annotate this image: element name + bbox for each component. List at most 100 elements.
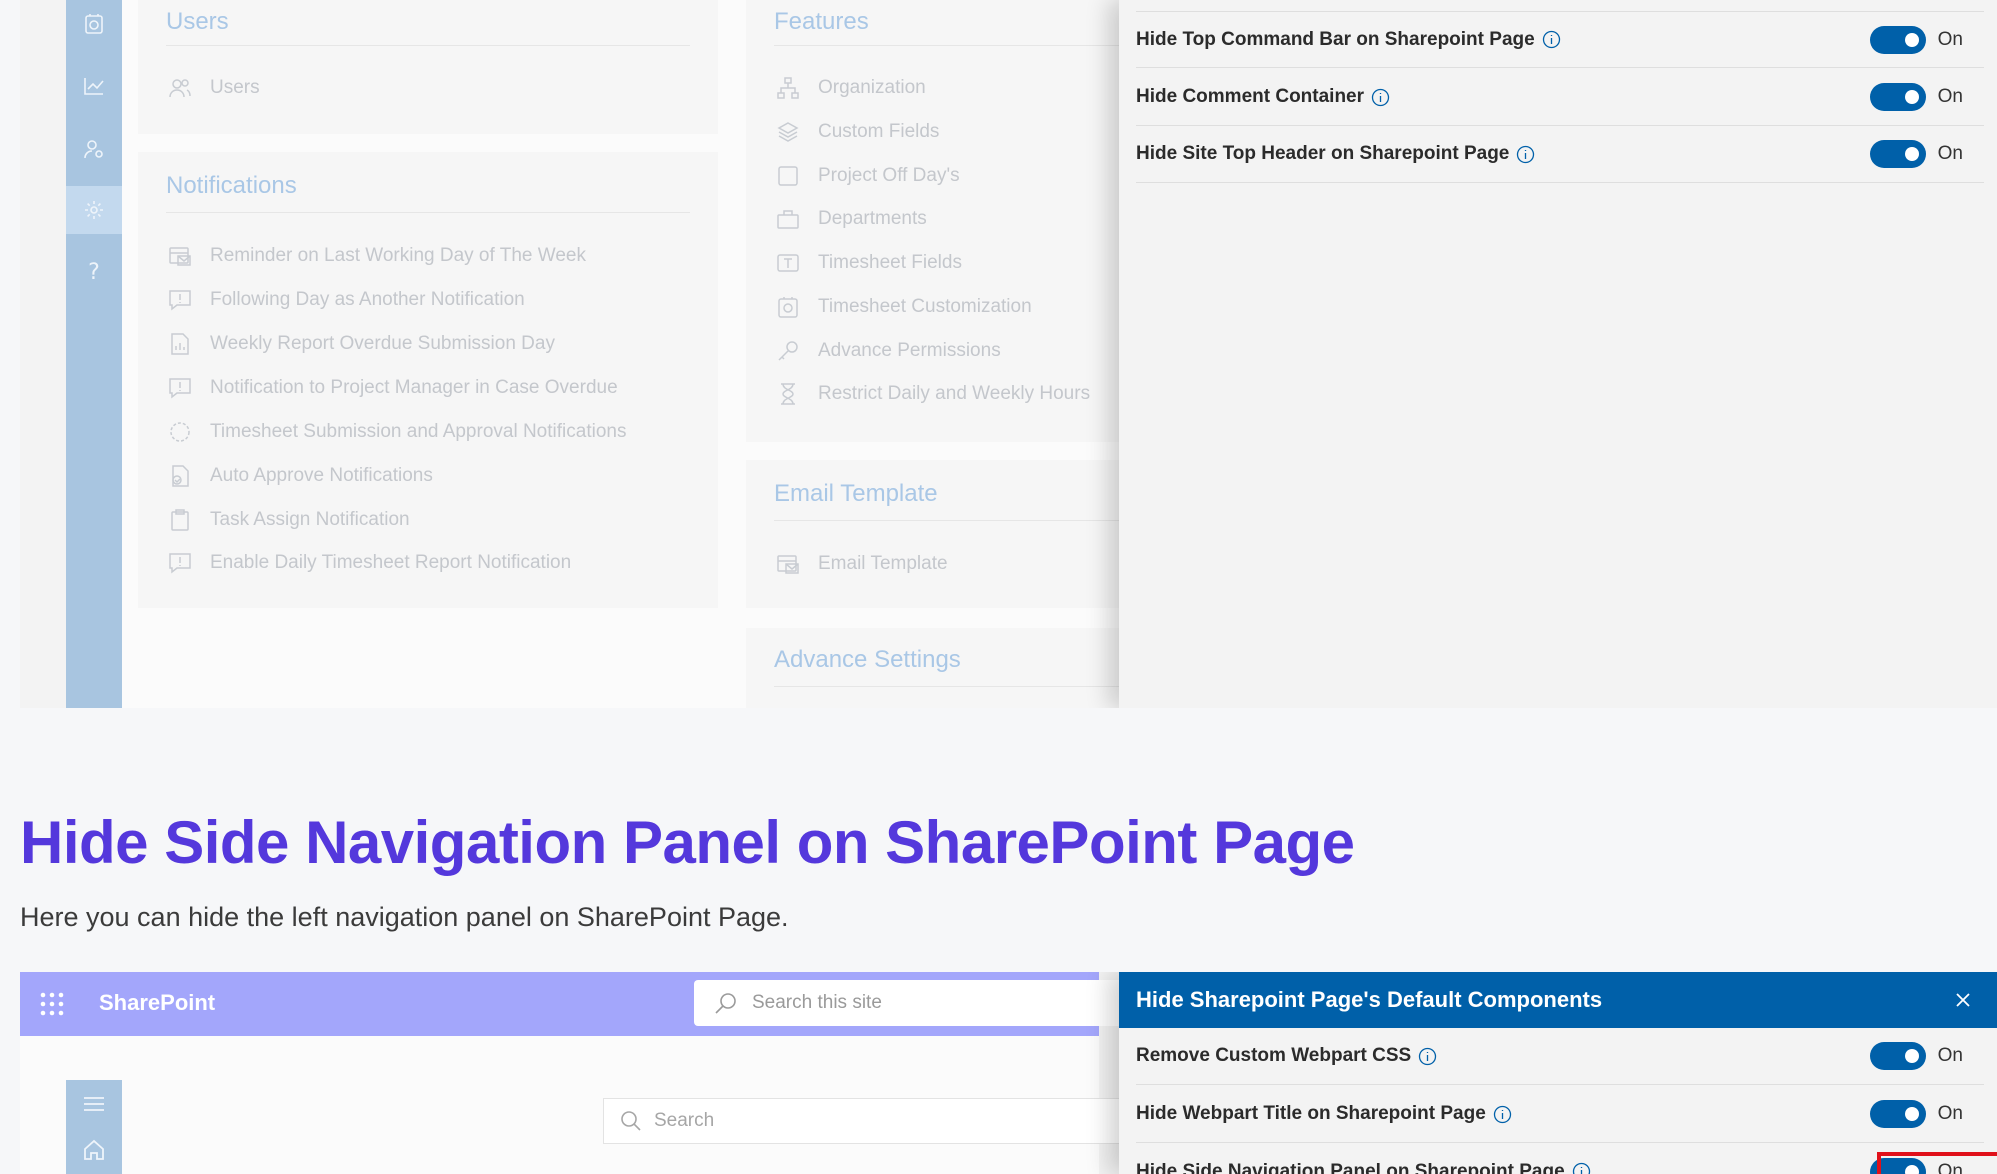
list-item[interactable]: Following Day as Another Notification (166, 286, 525, 314)
info-icon[interactable] (1493, 1105, 1512, 1124)
app-launcher-icon[interactable] (38, 990, 66, 1018)
list-item[interactable]: Email Template (774, 550, 948, 578)
toggle[interactable]: On (1869, 83, 1963, 111)
briefcase-icon (774, 205, 802, 233)
info-icon[interactable] (1371, 88, 1390, 107)
list-item[interactable]: Organization (774, 74, 926, 102)
item-label: Advance Permissions (818, 340, 1001, 361)
gear-icon[interactable] (66, 186, 122, 234)
text-field-icon (774, 249, 802, 277)
list-item[interactable]: Notification to Project Manager in Case … (166, 374, 618, 402)
clipboard-icon (166, 506, 194, 534)
highlight-box (1877, 1152, 1997, 1174)
info-icon[interactable] (1516, 145, 1535, 164)
list-item[interactable]: Reminder on Last Working Day of The Week (166, 242, 586, 270)
toggle-state: On (1937, 86, 1963, 107)
item-label: Enable Daily Timesheet Report Notificati… (210, 552, 572, 573)
setting-label: Hide Webpart Title on Sharepoint Page (1136, 1103, 1486, 1124)
section-heading: Hide Side Navigation Panel on SharePoint… (20, 809, 1355, 876)
key-icon (774, 337, 802, 365)
item-label: Notification to Project Manager in Case … (210, 377, 618, 398)
layers-icon (774, 118, 802, 146)
toggle-switch[interactable] (1869, 140, 1926, 168)
list-item[interactable]: Enable Daily Timesheet Report Notificati… (166, 549, 571, 577)
app-name[interactable]: SharePoint (99, 990, 215, 1016)
page-search-input[interactable]: Search (603, 1098, 1123, 1144)
card-title: Users (166, 8, 229, 35)
list-item[interactable]: Restrict Daily and Weekly Hours (774, 380, 1090, 408)
item-label: Task Assign Notification (210, 509, 410, 530)
list-item[interactable]: Timesheet Submission and Approval Notifi… (166, 418, 626, 446)
list-item[interactable]: Custom Fields (774, 118, 939, 146)
panel-title: Hide Sharepoint Page's Default Component… (1136, 987, 1603, 1012)
home-icon[interactable] (66, 1126, 122, 1174)
info-icon[interactable] (1418, 1047, 1437, 1066)
item-label: Weekly Report Overdue Submission Day (210, 333, 555, 354)
comment-alert-icon (166, 286, 194, 314)
comment-alert-icon (166, 549, 194, 577)
list-item[interactable]: Users (166, 74, 260, 102)
toggle[interactable]: On (1869, 25, 1963, 54)
timesheet-icon[interactable] (66, 0, 122, 48)
item-label: Custom Fields (818, 121, 940, 142)
list-item[interactable]: Timesheet Fields (774, 249, 962, 277)
list-item[interactable]: Weekly Report Overdue Submission Day (166, 330, 555, 358)
toggle-switch[interactable] (1869, 1042, 1926, 1070)
site-search-input[interactable]: Search this site (694, 980, 1134, 1026)
list-item[interactable]: Task Assign Notification (166, 506, 410, 534)
item-label: Timesheet Customization (818, 296, 1032, 317)
report-icon (166, 330, 194, 358)
document-check-icon (166, 462, 194, 490)
info-icon[interactable] (1572, 1162, 1591, 1174)
item-label: Project Off Day's (818, 165, 960, 186)
divider (774, 686, 1146, 687)
card-title: Features (774, 8, 869, 35)
info-icon[interactable] (1542, 30, 1561, 49)
left-rail: ? (66, 0, 122, 708)
setting-label: Hide Comment Container (1136, 86, 1365, 107)
toggle-switch[interactable] (1869, 25, 1926, 54)
mail-calendar-icon (774, 550, 802, 578)
toggle-state: On (1937, 1045, 1963, 1066)
toggle[interactable]: On (1869, 1100, 1963, 1128)
list-item[interactable]: Departments (774, 205, 927, 233)
toggle[interactable]: On (1869, 1042, 1963, 1070)
list-item[interactable]: Auto Approve Notifications (166, 462, 433, 490)
cycle-icon (166, 418, 194, 446)
setting-label: Hide Top Command Bar on Sharepoint Page (1136, 28, 1535, 50)
toggle-state: On (1937, 1103, 1963, 1124)
list-item[interactable]: Timesheet Customization (774, 293, 1032, 321)
toggle-switch[interactable] (1869, 83, 1926, 111)
item-label: Email Template (818, 553, 948, 574)
help-icon[interactable]: ? (66, 248, 122, 296)
sharepoint-screenshot: SharePoint Search this site Search Hide … (20, 972, 1997, 1174)
toggle-switch[interactable] (1869, 1100, 1926, 1128)
item-label: Restrict Daily and Weekly Hours (818, 383, 1091, 404)
list-item[interactable]: Project Off Day's (774, 162, 960, 190)
item-label: Departments (818, 208, 927, 229)
chart-icon[interactable] (66, 62, 122, 110)
menu-icon[interactable] (66, 1080, 122, 1128)
list-item[interactable]: Advance Permissions (774, 337, 1001, 365)
toggle[interactable]: On (1869, 140, 1963, 168)
comment-alert-icon (166, 374, 194, 402)
divider (774, 520, 1146, 521)
search-placeholder: Search this site (752, 992, 882, 1013)
close-icon[interactable] (1949, 986, 1977, 1014)
item-label: Timesheet Fields (818, 252, 962, 273)
card-title: Email Template (774, 480, 938, 507)
setting-row: Hide Site Top Header on Sharepoint Page … (1136, 126, 1984, 183)
user-settings-icon[interactable] (66, 125, 122, 173)
mail-calendar-icon (166, 242, 194, 270)
item-label: Users (210, 77, 260, 98)
setting-label: Hide Site Top Header on Sharepoint Page (1136, 143, 1510, 164)
divider (166, 212, 690, 213)
setting-row: Hide Side Navigation Panel on Sharepoint… (1136, 1143, 1984, 1174)
advance-settings-card: Advance Settings (746, 628, 1146, 708)
search-icon (715, 993, 736, 1014)
section-description: Here you can hide the left navigation pa… (20, 902, 789, 932)
setting-label: Hide Side Navigation Panel on Sharepoint… (1136, 1160, 1565, 1174)
setting-row: Hide Webpart Title on Sharepoint Page On (1136, 1086, 1984, 1143)
settings-screenshot: ? Users Users Notifications Reminder on … (20, 0, 1997, 708)
setting-label: Remove Custom Webpart CSS (1136, 1045, 1412, 1066)
